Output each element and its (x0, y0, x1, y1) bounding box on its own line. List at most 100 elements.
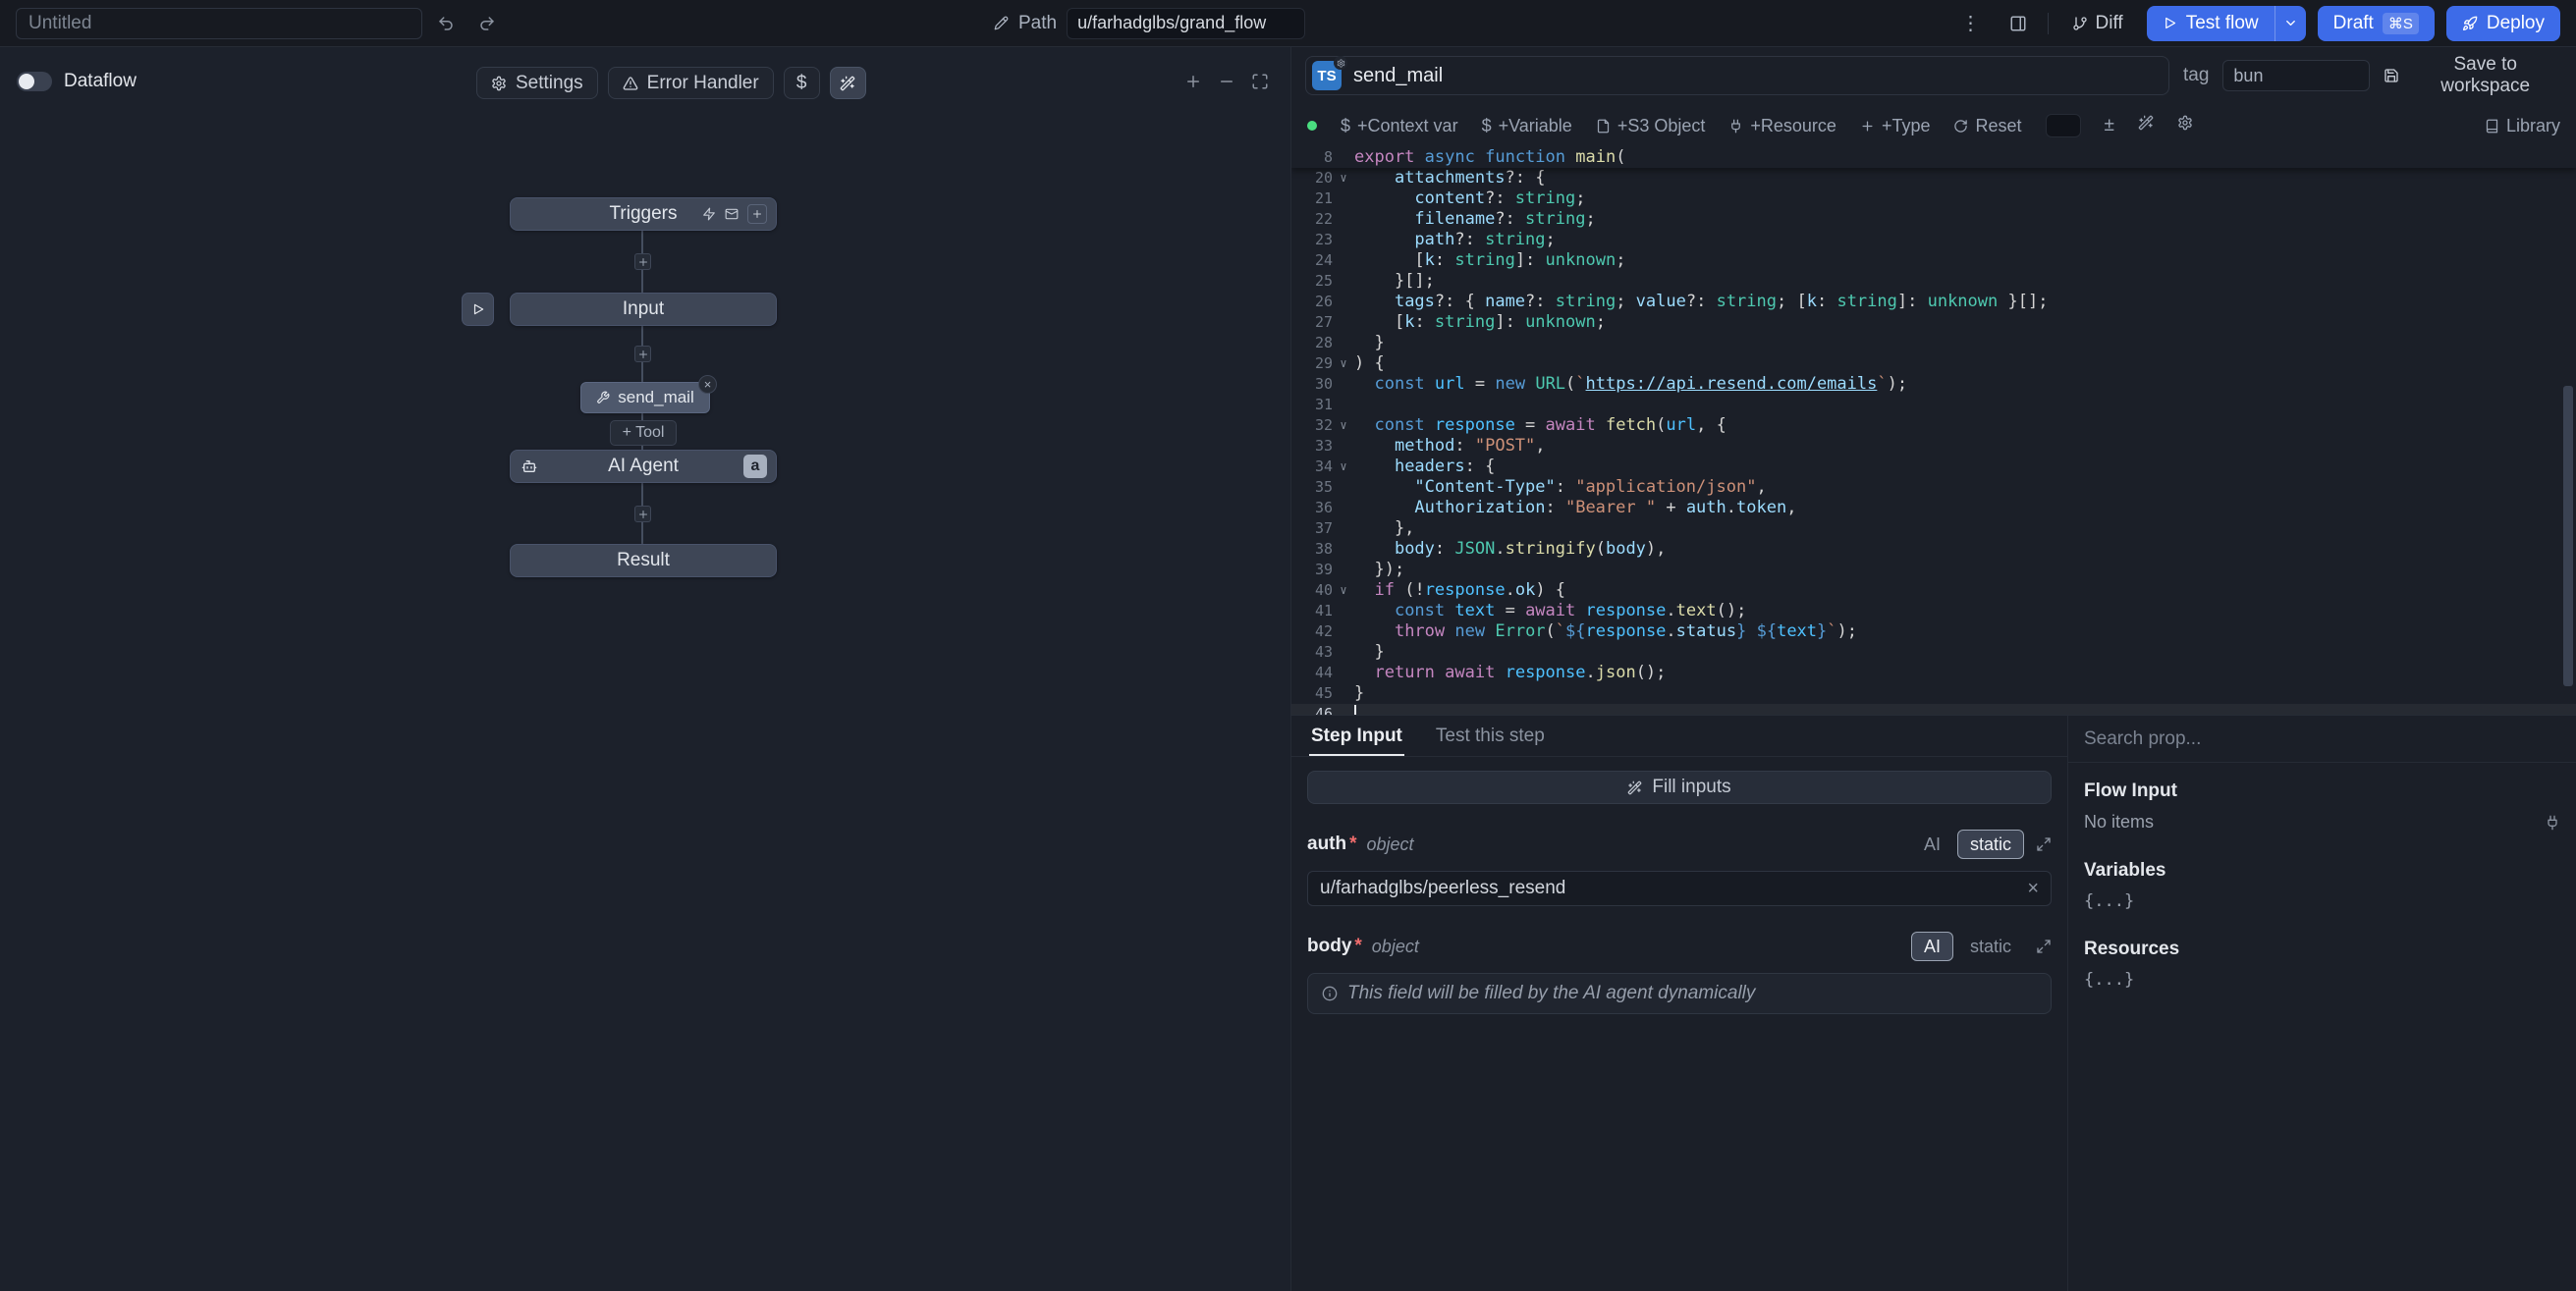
editor-scrollbar[interactable] (2563, 386, 2573, 686)
diff-mode-button[interactable]: ± (2105, 115, 2114, 136)
node-ai-agent[interactable]: AI Agent a (510, 450, 777, 483)
code-line[interactable]: 25 }[]; (1291, 271, 2576, 292)
auth-expand-button[interactable] (2036, 836, 2052, 852)
code-line[interactable]: 30 const url = new URL(`https://api.rese… (1291, 374, 2576, 395)
code-line[interactable]: 43 } (1291, 642, 2576, 663)
add-variable-button[interactable]: $+Variable (1482, 116, 1572, 136)
play-icon (471, 302, 485, 316)
redo-button[interactable] (469, 7, 505, 40)
draft-button[interactable]: Draft⌘S (2318, 6, 2435, 41)
add-step-button[interactable] (634, 253, 651, 270)
resources-object[interactable]: {...} (2084, 970, 2560, 990)
save-to-workspace-button[interactable]: Save to workspace (2384, 54, 2562, 97)
add-type-button[interactable]: +Type (1860, 116, 1931, 136)
undo-button[interactable] (428, 7, 464, 40)
save-label: Save to workspace (2408, 54, 2562, 97)
editor-settings-button[interactable] (2177, 115, 2193, 136)
code-line[interactable]: 27 [k: string]: unknown; (1291, 312, 2576, 333)
code-line[interactable]: 29∨) { (1291, 353, 2576, 374)
code-line[interactable]: 38 body: JSON.stringify(body), (1291, 539, 2576, 560)
code-line[interactable]: 42 throw new Error(`${response.status} $… (1291, 621, 2576, 642)
clear-auth-button[interactable]: × (2027, 879, 2039, 898)
fold-chevron-icon[interactable]: ∨ (1333, 415, 1354, 436)
code-line[interactable]: 34∨ headers: { (1291, 457, 2576, 477)
code-line[interactable]: 32∨ const response = await fetch(url, { (1291, 415, 2576, 436)
code-line[interactable]: 20∨ attachments?: { (1291, 168, 2576, 188)
toggle-panel-button[interactable] (2001, 7, 2036, 40)
library-button[interactable]: Library (2485, 116, 2560, 136)
step-title-box[interactable]: TS send_mail (1305, 56, 2169, 95)
flow-settings-button[interactable]: Settings (476, 67, 598, 99)
flow-title-input[interactable] (16, 8, 422, 39)
code-line[interactable]: 24 [k: string]: unknown; (1291, 250, 2576, 271)
line-number: 36 (1291, 498, 1333, 518)
more-menu-button[interactable]: ⋮ (1953, 7, 1989, 40)
plug-icon[interactable] (2545, 815, 2560, 831)
code-editor[interactable]: 8export async function main( 20∨ attachm… (1291, 147, 2576, 715)
deploy-button[interactable]: Deploy (2446, 6, 2560, 41)
node-triggers[interactable]: Triggers (510, 197, 777, 231)
fold-chevron-icon[interactable]: ∨ (1333, 457, 1354, 477)
flow-canvas[interactable]: Dataflow Settings Error Handler $ Trigge… (0, 47, 1291, 1291)
add-resource-button[interactable]: +Resource (1728, 116, 1836, 136)
code-line[interactable]: 40∨ if (!response.ok) { (1291, 580, 2576, 601)
add-step-button[interactable] (634, 346, 651, 362)
code-line[interactable]: 33 method: "POST", (1291, 436, 2576, 457)
code-line[interactable]: 39 }); (1291, 560, 2576, 580)
settings-label: Settings (516, 73, 583, 94)
diff-button[interactable]: Diff (2060, 7, 2135, 40)
tab-step-input[interactable]: Step Input (1309, 716, 1404, 756)
code-line[interactable]: 22 filename?: string; (1291, 209, 2576, 230)
code-line[interactable]: 44 return await response.json(); (1291, 663, 2576, 683)
ai-assistant-button[interactable] (2138, 115, 2154, 136)
code-line[interactable]: 36 Authorization: "Bearer " + auth.token… (1291, 498, 2576, 518)
reset-button[interactable]: Reset (1953, 116, 2021, 136)
zoom-out-button[interactable] (1218, 73, 1235, 90)
code-line[interactable]: 37 }, (1291, 518, 2576, 539)
node-result[interactable]: Result (510, 544, 777, 577)
search-prop-input[interactable] (2084, 728, 2560, 750)
lang-settings-icon[interactable] (1334, 56, 1347, 70)
code-line[interactable]: 21 content?: string; (1291, 188, 2576, 209)
fold-chevron-icon[interactable]: ∨ (1333, 580, 1354, 601)
test-flow-button[interactable]: Test flow (2147, 6, 2275, 41)
add-context-var-button[interactable]: $+Context var (1341, 116, 1458, 136)
variables-object[interactable]: {...} (2084, 891, 2560, 911)
code-line[interactable]: 46 (1291, 704, 2576, 715)
fit-view-button[interactable] (1251, 73, 1269, 90)
auth-ai-toggle[interactable]: AI (1911, 830, 1953, 859)
test-flow-dropdown-button[interactable] (2275, 6, 2306, 41)
tag-input[interactable] (2222, 60, 2370, 91)
code-line[interactable]: 41 const text = await response.text(); (1291, 601, 2576, 621)
add-s3-object-button[interactable]: +S3 Object (1596, 116, 1706, 136)
code-line[interactable]: 35 "Content-Type": "application/json", (1291, 477, 2576, 498)
run-from-input-button[interactable] (462, 293, 494, 326)
body-ai-toggle[interactable]: AI (1911, 932, 1953, 961)
code-line[interactable]: 31 (1291, 395, 2576, 415)
remove-tool-button[interactable]: × (698, 375, 717, 394)
body-static-toggle[interactable]: static (1957, 932, 2024, 961)
code-line[interactable]: 45} (1291, 683, 2576, 704)
dataflow-toggle[interactable] (17, 72, 52, 91)
add-step-button[interactable] (634, 506, 651, 522)
node-input[interactable]: Input (510, 293, 777, 326)
fold-chevron-icon[interactable]: ∨ (1333, 168, 1354, 188)
add-trigger-button[interactable] (747, 204, 767, 224)
code-line[interactable]: 26 tags?: { name?: string; value?: strin… (1291, 292, 2576, 312)
error-handler-button[interactable]: Error Handler (608, 67, 774, 99)
code-line[interactable]: 8export async function main( (1291, 147, 2576, 168)
code-line[interactable]: 28 } (1291, 333, 2576, 353)
fill-inputs-button[interactable]: Fill inputs (1307, 771, 2052, 804)
ai-builder-button[interactable] (830, 67, 866, 99)
fold-chevron-icon[interactable]: ∨ (1333, 353, 1354, 374)
code-line[interactable]: 23 path?: string; (1291, 230, 2576, 250)
tab-test-this-step[interactable]: Test this step (1434, 716, 1547, 756)
add-tool-button[interactable]: + Tool (610, 420, 677, 446)
auth-resource-input[interactable] (1320, 878, 2027, 899)
node-send-mail[interactable]: send_mail × (580, 382, 710, 413)
zoom-in-button[interactable] (1184, 73, 1202, 90)
path-input[interactable] (1067, 8, 1305, 39)
auth-static-toggle[interactable]: static (1957, 830, 2024, 859)
body-expand-button[interactable] (2036, 939, 2052, 954)
workspace-variables-button[interactable]: $ (784, 67, 820, 99)
